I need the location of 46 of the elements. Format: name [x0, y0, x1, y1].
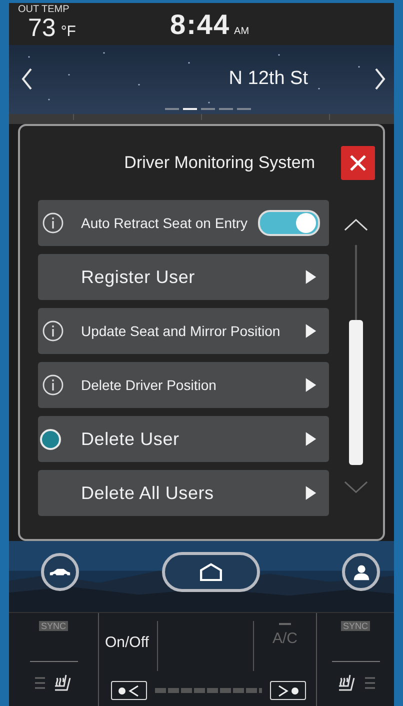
- heated-seat-icon[interactable]: [52, 674, 72, 692]
- play-arrow-icon: [305, 269, 318, 286]
- menu-row[interactable]: Delete All Users: [38, 470, 330, 516]
- scroll-down-icon[interactable]: [344, 481, 368, 494]
- menu-row[interactable]: Register User: [38, 254, 330, 300]
- menu-row[interactable]: Delete User: [38, 416, 330, 462]
- play-arrow-icon: [305, 377, 318, 394]
- street-name: N 12th St: [228, 68, 309, 90]
- menu-row[interactable]: Delete Driver Position: [38, 362, 330, 408]
- scrollbar[interactable]: [349, 245, 364, 466]
- out-temp-label: OUT TEMP: [18, 5, 70, 15]
- home-button[interactable]: [162, 552, 260, 592]
- person-icon: [352, 564, 370, 581]
- close-button[interactable]: [341, 146, 375, 180]
- fan-up-button[interactable]: [270, 681, 306, 700]
- temperature-unit: °F: [60, 23, 76, 40]
- menu-row[interactable]: Update Seat and Mirror Position: [38, 308, 330, 354]
- info-icon[interactable]: [42, 320, 64, 342]
- row-label: Delete User: [81, 428, 180, 450]
- heated-seat-icon[interactable]: [336, 674, 356, 692]
- scroll-up-icon[interactable]: [344, 218, 368, 232]
- play-arrow-icon: [305, 323, 318, 340]
- car-icon: [49, 566, 71, 578]
- info-icon[interactable]: [42, 212, 64, 234]
- home-icon: [198, 563, 222, 582]
- row-label: Register User: [81, 266, 196, 288]
- row-label: Auto Retract Seat on Entry: [81, 215, 249, 232]
- close-icon: [348, 153, 368, 174]
- heat-level-icon: [34, 677, 44, 690]
- row-label: Delete Driver Position: [81, 377, 218, 394]
- temperature: 73: [28, 15, 56, 42]
- sync-label: SYNC: [38, 621, 68, 632]
- clock-meridiem: AM: [234, 26, 250, 37]
- toggle-switch[interactable]: [258, 210, 320, 236]
- dialog-title: Driver Monitoring System: [123, 153, 316, 174]
- fan-down-button[interactable]: [111, 681, 147, 700]
- sync-label: SYNC: [340, 621, 370, 632]
- info-icon[interactable]: [42, 374, 64, 396]
- play-arrow-icon: [305, 485, 318, 502]
- row-label: Update Seat and Mirror Position: [81, 323, 282, 340]
- power-toggle[interactable]: On/Off: [99, 621, 158, 672]
- play-arrow-icon: [305, 431, 318, 448]
- menu-row[interactable]: Auto Retract Seat on Entry: [38, 200, 330, 246]
- clock-time: 8:44: [170, 9, 230, 41]
- heat-level-icon: [364, 677, 374, 690]
- row-label: Delete All Users: [81, 482, 215, 504]
